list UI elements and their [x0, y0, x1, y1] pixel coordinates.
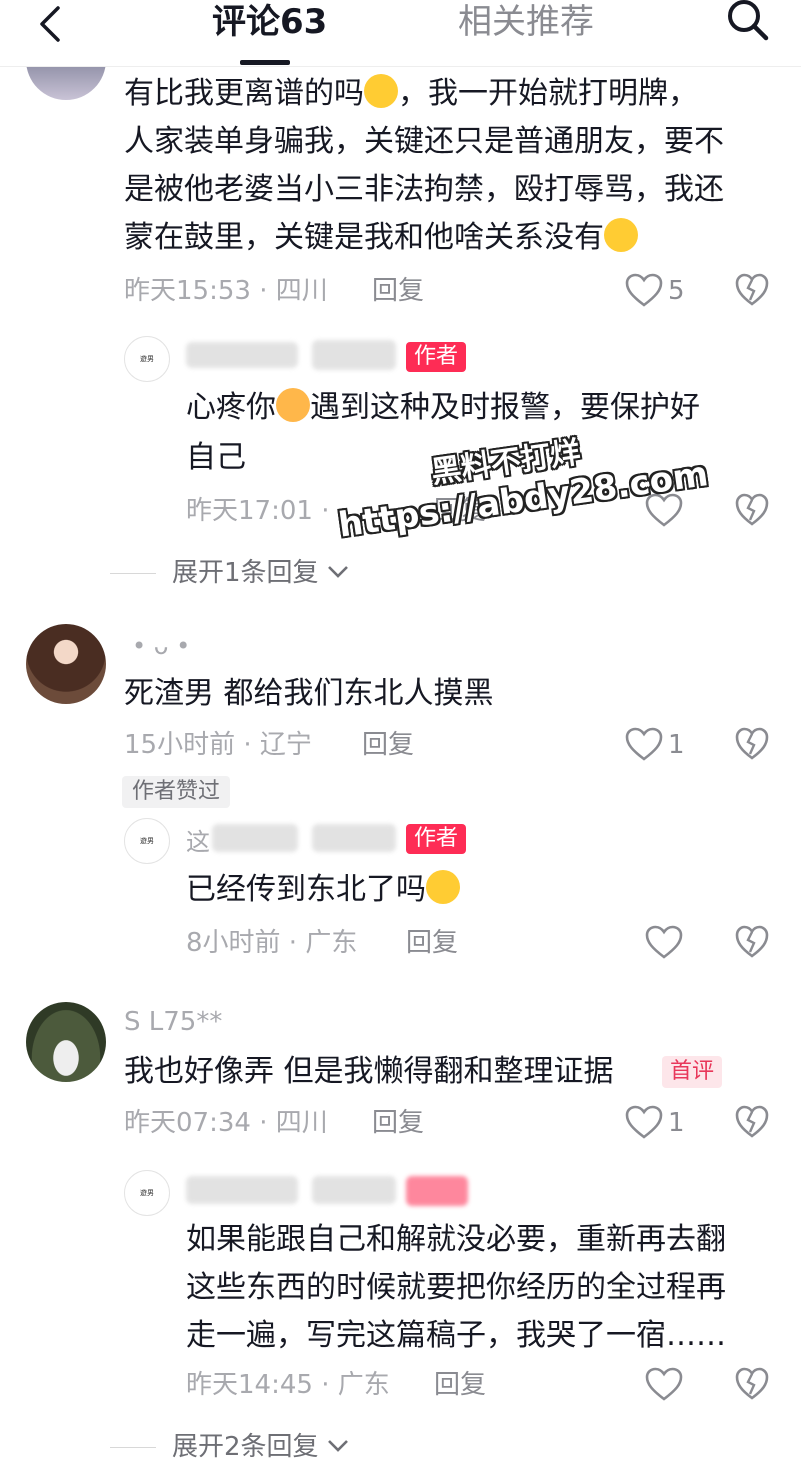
heart-icon[interactable]: [644, 1366, 684, 1402]
blurred-username: [186, 1176, 298, 1204]
crying-emoji-icon: [604, 218, 638, 252]
comment-meta: 昨天07:34 · 四川: [124, 1108, 328, 1138]
author-liked-tag: 作者赞过: [122, 776, 231, 808]
tab-comments[interactable]: 评论63: [212, 0, 327, 44]
reply-button[interactable]: 回复: [406, 926, 458, 960]
avatar[interactable]: [26, 624, 106, 704]
expand-divider: [110, 1447, 156, 1448]
heart-icon[interactable]: [624, 726, 664, 762]
author-avatar[interactable]: 遊男: [124, 818, 170, 864]
reply-text: 心疼你 遇到这种及时报警，要保护好: [186, 388, 700, 425]
reply-meta: 昨天14:45 · 广东: [186, 1370, 390, 1400]
search-icon[interactable]: [722, 0, 772, 44]
like-count: 1: [668, 1108, 685, 1138]
heart-icon[interactable]: [624, 272, 664, 308]
broken-heart-icon[interactable]: [734, 726, 770, 762]
comment-text: 人家装单身骗我，关键还只是普通朋友，要不: [124, 124, 724, 159]
broken-heart-icon[interactable]: [734, 924, 770, 960]
reply-text: 自己: [186, 440, 246, 475]
broken-heart-icon[interactable]: [734, 1366, 770, 1402]
reply-meta: 8小时前 · 广东: [186, 928, 358, 958]
comment-text: 是被他老婆当小三非法拘禁，殴打辱骂，我还: [124, 172, 724, 207]
reply-button[interactable]: 回复: [362, 728, 414, 762]
top-bar: 评论63 相关推荐: [0, 0, 801, 67]
blurred-username: [312, 1176, 396, 1204]
like-count: 1: [668, 730, 685, 760]
pleading-emoji-icon: [426, 870, 460, 904]
blurred-username: [186, 342, 298, 368]
broken-heart-icon[interactable]: [734, 1104, 770, 1140]
blurred-author-badge: [406, 1176, 468, 1206]
author-avatar[interactable]: 遊男: [124, 1170, 170, 1216]
comment-text: 我也好像弄 但是我懒得翻和整理证据: [124, 1054, 614, 1089]
comment-meta: 昨天15:53 · 四川: [124, 276, 328, 306]
avatar[interactable]: [26, 1002, 106, 1082]
comment-meta: 15小时前 · 辽宁: [124, 730, 312, 760]
reply-button[interactable]: 回复: [434, 1368, 486, 1402]
blurred-username: [212, 824, 298, 852]
author-badge: 作者: [406, 824, 467, 854]
heart-icon[interactable]: [644, 924, 684, 960]
expand-replies-button[interactable]: 展开2条回复: [172, 1430, 349, 1464]
blurred-username: [312, 340, 396, 370]
heart-icon[interactable]: [624, 1104, 664, 1140]
like-count: 5: [668, 276, 685, 306]
broken-heart-icon[interactable]: [734, 272, 770, 308]
expand-divider: [110, 573, 156, 574]
reply-text: 走一遍，写完这篇稿子，我哭了一宿……: [186, 1318, 726, 1353]
laugh-cry-emoji-icon: [364, 74, 398, 108]
reply-button[interactable]: 回复: [372, 1106, 424, 1140]
reply-text: 如果能跟自己和解就没必要，重新再去翻: [186, 1222, 726, 1257]
comment-username[interactable]: • ᴗ •: [132, 630, 190, 662]
expand-replies-button[interactable]: 展开1条回复: [172, 556, 349, 590]
author-avatar[interactable]: 遊男: [124, 336, 170, 382]
reply-button[interactable]: 回复: [372, 274, 424, 308]
back-icon[interactable]: [30, 4, 70, 44]
reply-meta: 昨天17:01 ·: [186, 496, 330, 526]
tab-related[interactable]: 相关推荐: [458, 0, 594, 44]
comment-text: 蒙在鼓里，关键是我和他啥关系没有: [124, 214, 784, 262]
comment-username[interactable]: S L75**: [124, 1006, 222, 1038]
first-comment-badge: 首评: [662, 1056, 723, 1088]
author-badge: 作者: [406, 342, 467, 372]
hug-emoji-icon: [276, 388, 310, 422]
tab-active-indicator: [240, 60, 290, 65]
comment-text: 有比我更离谱的吗 ，我一开始就打明牌，: [124, 74, 698, 111]
reply-text: 这些东西的时候就要把你经历的全过程再: [186, 1270, 726, 1305]
reply-text: 已经传到东北了吗: [186, 866, 460, 914]
blurred-username: [312, 824, 396, 852]
chevron-down-icon: [327, 566, 348, 578]
reply-username[interactable]: 这: [186, 826, 210, 858]
chevron-down-icon: [327, 1440, 348, 1452]
broken-heart-icon[interactable]: [734, 492, 770, 528]
comment-text: 死渣男 都给我们东北人摸黑: [124, 676, 494, 711]
